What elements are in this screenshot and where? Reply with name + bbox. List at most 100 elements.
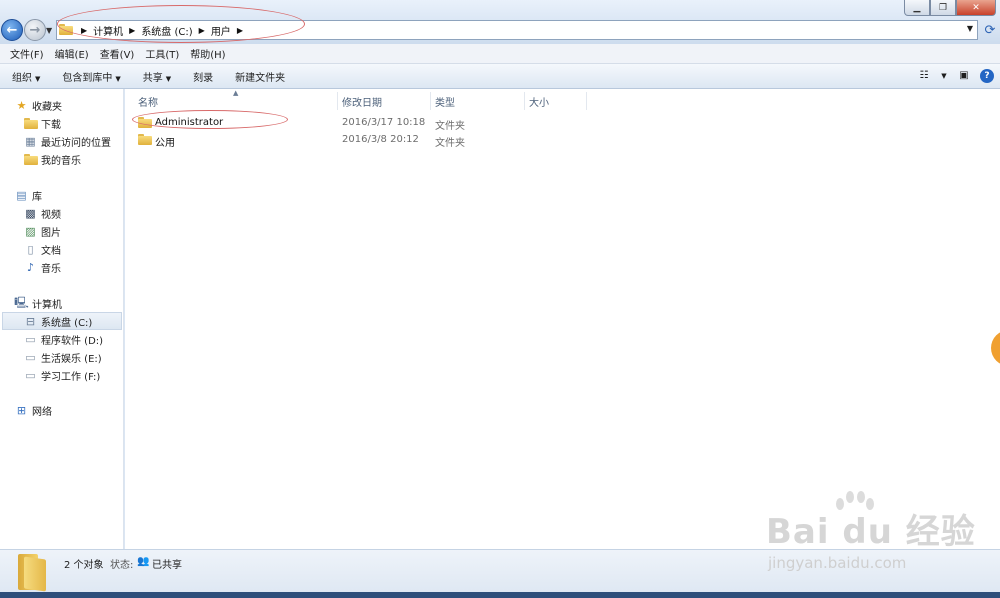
- file-row[interactable]: 公用 2016/3/8 20:12 文件夹: [125, 132, 725, 149]
- share-button[interactable]: 共享 ▼: [143, 69, 171, 84]
- picture-icon: ▨: [25, 224, 36, 238]
- menu-view[interactable]: 查看(V): [100, 46, 135, 61]
- nav-label: 图片: [41, 227, 61, 239]
- watermark-url: jingyan.baidu.com: [768, 554, 907, 572]
- nav-downloads[interactable]: 下载: [24, 114, 61, 132]
- file-modified: 2016/3/17 10:18: [342, 117, 426, 128]
- computer-icon: 🖳: [14, 295, 29, 309]
- organize-label: 组织: [12, 72, 32, 84]
- column-header-size[interactable]: 大小: [529, 93, 549, 109]
- file-type: 文件夹: [435, 138, 465, 149]
- sort-ascending-icon: ▲: [233, 89, 239, 97]
- video-icon: ▩: [25, 206, 36, 220]
- column-header-name[interactable]: 名称: [138, 93, 158, 109]
- maximize-button[interactable]: ❐: [930, 0, 956, 16]
- drive-icon: ▭: [25, 350, 36, 364]
- nav-label: 下载: [41, 119, 61, 131]
- nav-libraries[interactable]: ▤ 库: [15, 186, 42, 204]
- view-options-icon[interactable]: ☷: [916, 68, 932, 83]
- dropdown-arrow-icon: ▼: [165, 74, 172, 83]
- recent-pages-dropdown[interactable]: ▼: [46, 26, 52, 35]
- nav-label: 我的音乐: [41, 155, 81, 167]
- nav-my-music[interactable]: 我的音乐: [24, 150, 81, 168]
- column-header-type[interactable]: 类型: [435, 93, 455, 109]
- share-label: 共享: [142, 72, 163, 84]
- status-value: 已共享: [152, 560, 182, 571]
- nav-drive-d[interactable]: ▭ 程序软件 (D:): [24, 330, 103, 348]
- nav-computer[interactable]: 🖳 计算机: [14, 294, 62, 312]
- nav-label: 学习工作 (F:): [41, 371, 101, 383]
- nav-label: 程序软件 (D:): [41, 335, 104, 347]
- system-drive-icon: ⊟: [25, 314, 36, 328]
- nav-label: 系统盘 (C:): [41, 317, 93, 329]
- music-note-icon: ♪: [26, 260, 35, 274]
- new-folder-button[interactable]: 新建文件夹: [235, 69, 285, 84]
- music-folder-icon: [24, 153, 38, 165]
- menu-file[interactable]: 文件(F): [10, 46, 44, 61]
- file-modified: 2016/3/8 20:12: [342, 134, 419, 145]
- menu-help[interactable]: 帮助(H): [190, 46, 225, 61]
- status-label: 状态:: [110, 560, 134, 571]
- nav-documents[interactable]: ▯ 文档: [24, 240, 61, 258]
- help-icon[interactable]: ?: [980, 68, 994, 83]
- nav-drive-e[interactable]: ▭ 生活娱乐 (E:): [24, 348, 102, 366]
- menu-bar: 文件(F) 编辑(E) 查看(V) 工具(T) 帮助(H): [0, 44, 1000, 64]
- nav-label: 音乐: [41, 263, 61, 275]
- file-list: ▲ 名称 修改日期 类型 大小 Administrator 2016/3/17 …: [125, 89, 1000, 549]
- command-bar: 组织 ▼ 包含到库中 ▼ 共享 ▼ 刻录 新建文件夹 ☷ ▼ ▣ ?: [0, 64, 1000, 89]
- menu-edit[interactable]: 编辑(E): [55, 46, 89, 61]
- nav-label: 网络: [32, 406, 52, 418]
- nav-label: 视频: [41, 209, 61, 221]
- taskbar: [0, 592, 1000, 598]
- downloads-folder-icon: [24, 117, 38, 129]
- column-divider[interactable]: [524, 92, 525, 110]
- address-dropdown-icon[interactable]: ▼: [967, 24, 973, 33]
- watermark-brand: Bai du 经验: [766, 512, 976, 552]
- library-icon: ▤: [16, 188, 27, 202]
- navigation-pane: ★ 收藏夹 下载 ▦ 最近访问的位置 我的音乐 ▤ 库 ▩ 视频 ▨ 图片 ▯ 文档 ♪ 音乐…: [0, 89, 124, 549]
- nav-pictures[interactable]: ▨ 图片: [24, 222, 61, 240]
- folder-icon: [138, 134, 152, 146]
- nav-drive-c[interactable]: ⊟ 系统盘 (C:): [2, 312, 122, 330]
- nav-videos[interactable]: ▩ 视频: [24, 204, 61, 222]
- burn-button[interactable]: 刻录: [193, 69, 213, 84]
- include-library-label: 包含到库中: [62, 72, 113, 84]
- nav-network[interactable]: ⊞ 网络: [15, 401, 52, 419]
- star-icon: ★: [16, 98, 27, 112]
- shared-users-icon: 👥: [137, 556, 150, 567]
- nav-favorites[interactable]: ★ 收藏夹: [15, 96, 62, 114]
- column-divider[interactable]: [337, 92, 338, 110]
- drive-icon: ▭: [25, 368, 36, 382]
- dropdown-arrow-icon[interactable]: ▼: [940, 68, 948, 83]
- nav-label: 库: [32, 191, 42, 203]
- annotation-ellipse: [132, 110, 288, 129]
- forward-button[interactable]: →: [24, 19, 46, 41]
- organize-button[interactable]: 组织 ▼: [12, 69, 40, 84]
- view-tools: ☷ ▼ ▣ ?: [916, 68, 994, 83]
- nav-drive-f[interactable]: ▭ 学习工作 (F:): [24, 366, 100, 384]
- nav-label: 计算机: [32, 299, 62, 311]
- forward-arrow-icon: →: [29, 22, 41, 38]
- preview-pane-icon[interactable]: ▣: [956, 68, 972, 83]
- menu-tools[interactable]: 工具(T): [145, 46, 179, 61]
- include-library-button[interactable]: 包含到库中 ▼: [62, 69, 120, 84]
- recent-places-icon: ▦: [25, 134, 36, 148]
- file-name: 公用: [155, 138, 175, 149]
- column-header-modified[interactable]: 修改日期: [342, 93, 382, 109]
- item-count: 2 个对象: [64, 560, 104, 571]
- nav-label: 收藏夹: [32, 101, 62, 113]
- nav-recent-places[interactable]: ▦ 最近访问的位置: [24, 132, 111, 150]
- window-controls: ▁ ❐ ✕: [904, 0, 996, 16]
- column-divider[interactable]: [586, 92, 587, 110]
- nav-label: 生活娱乐 (E:): [41, 353, 102, 365]
- close-button[interactable]: ✕: [956, 0, 996, 16]
- nav-music[interactable]: ♪ 音乐: [24, 258, 61, 276]
- column-divider[interactable]: [430, 92, 431, 110]
- document-icon: ▯: [27, 242, 34, 256]
- file-type: 文件夹: [435, 121, 465, 132]
- minimize-button[interactable]: ▁: [904, 0, 930, 16]
- back-button[interactable]: ←: [1, 19, 23, 41]
- dropdown-arrow-icon: ▼: [115, 74, 121, 83]
- back-arrow-icon: ←: [6, 22, 18, 38]
- refresh-icon[interactable]: ⟳: [982, 20, 998, 40]
